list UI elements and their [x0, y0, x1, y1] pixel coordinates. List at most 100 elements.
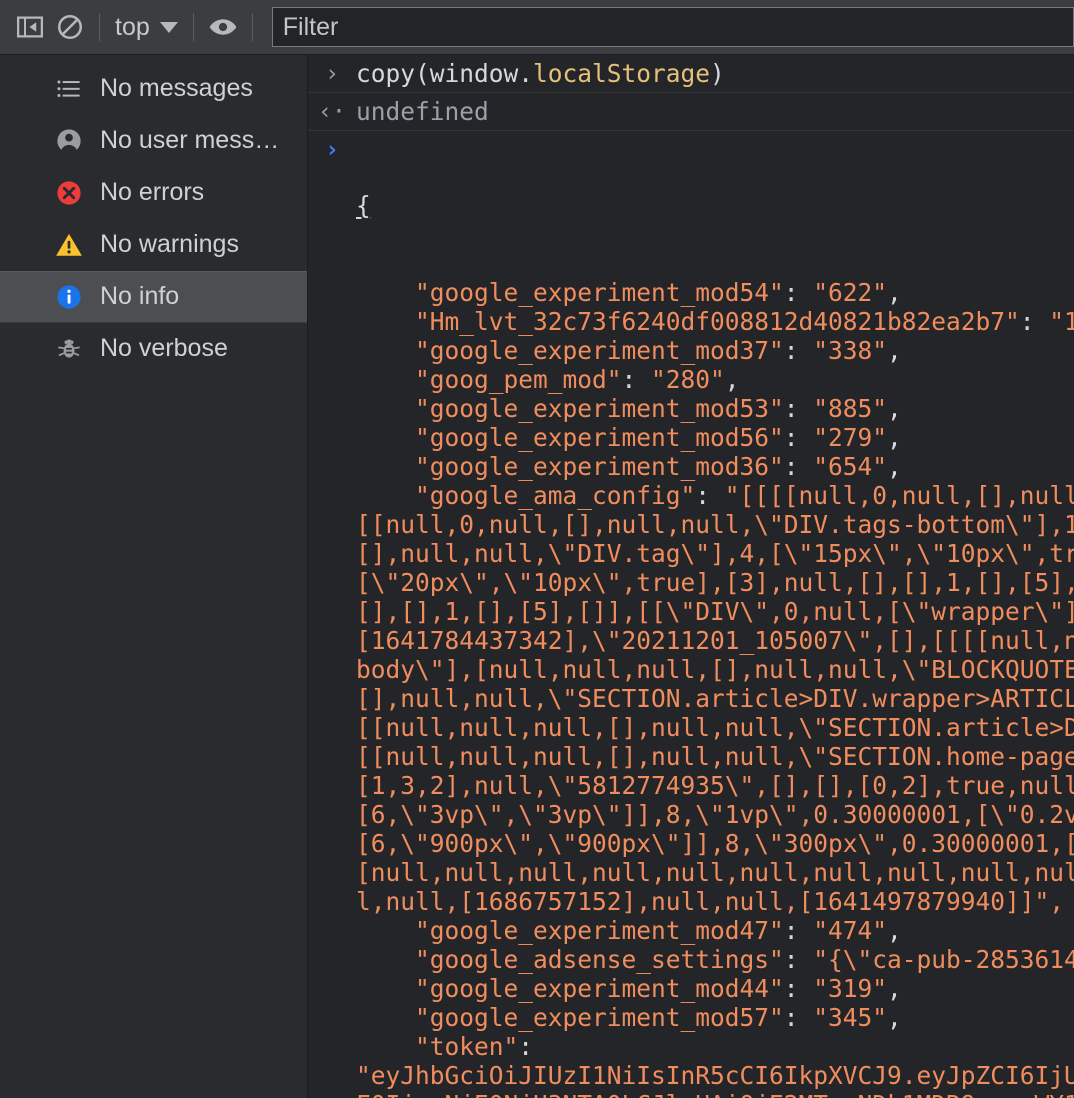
- entry-comma: ,: [887, 423, 902, 452]
- entry-value: "1: [1049, 307, 1074, 336]
- entry-key: "Hm_lvt_32c73f6240df008812d40821b82ea2b7…: [356, 307, 1020, 336]
- object-entry-line: "google_experiment_mod53": "885",: [356, 394, 1074, 423]
- entry-raw: l,null,[1686757152],null,null,[164149787…: [356, 887, 1065, 916]
- entry-value: "654": [813, 452, 888, 481]
- entry-key: "goog_pem_mod": [356, 365, 622, 394]
- sidebar-item-errors[interactable]: No errors: [0, 167, 307, 219]
- object-entry-line: body\"],[null,null,null,[],null,null,\"B…: [356, 655, 1074, 684]
- object-entry-line: [],[],1,[],[5],[]],[[\"DIV\",0,null,[\"w…: [356, 597, 1074, 626]
- object-entry-line: [\"20px\",\"10px\",true],[3],null,[],[],…: [356, 568, 1074, 597]
- entry-raw: "eyJhbGciOiJIUzI1NiIsInR5cCI6IkpXVCJ9.ey…: [356, 1061, 1074, 1090]
- object-entry-line: "google_experiment_mod47": "474",: [356, 916, 1074, 945]
- object-entry-line: "google_experiment_mod36": "654",: [356, 452, 1074, 481]
- object-entry-line: "google_ama_config": "[[[[null,0,null,[]…: [356, 481, 1074, 510]
- object-entry-line: "google_experiment_mod56": "279",: [356, 423, 1074, 452]
- object-entry-line: "google_experiment_mod37": "338",: [356, 336, 1074, 365]
- sidebar-item-label: No info: [100, 283, 180, 311]
- console-result-row: ‹· undefined: [308, 93, 1074, 131]
- object-entry-line: "eyJhbGciOiJIUzI1NiIsInR5cCI6IkpXVCJ9.ey…: [356, 1061, 1074, 1090]
- devtools-console-panel: top Filter No messages No user mess… No …: [0, 0, 1074, 1098]
- sidebar-item-messages[interactable]: No messages: [0, 63, 307, 115]
- entry-key: "google_experiment_mod57": [356, 1003, 784, 1032]
- execution-context-select[interactable]: top: [109, 7, 184, 47]
- entry-value: "319": [813, 974, 888, 1003]
- console-toolbar: top: [0, 0, 1074, 55]
- entry-comma: ,: [887, 394, 902, 423]
- object-entry-line: [null,null,null,null,null,null,null,null…: [356, 858, 1074, 887]
- console-body: No messages No user mess… No errors No w…: [0, 55, 1074, 1098]
- entry-key: "google_experiment_mod37": [356, 336, 784, 365]
- object-entry-line: l,null,[1686757152],null,null,[164149787…: [356, 887, 1074, 916]
- command-part-2: localStorage: [533, 59, 711, 88]
- sidebar-item-label: No errors: [100, 179, 205, 207]
- entry-key: "google_experiment_mod44": [356, 974, 784, 1003]
- sidebar-item-label: No verbose: [100, 335, 228, 363]
- entry-key: "google_experiment_mod56": [356, 423, 784, 452]
- entry-colon: :: [1019, 307, 1050, 336]
- sidebar-item-user-messages[interactable]: No user mess…: [0, 115, 307, 167]
- object-entry-line: "Hm_lvt_32c73f6240df008812d40821b82ea2b7…: [356, 307, 1074, 336]
- entry-raw: [],[],1,[],[5],[]],[[\"DIV\",0,null,[\"w…: [356, 597, 1074, 626]
- entry-comma: ,: [724, 365, 740, 394]
- sidebar-item-info[interactable]: No info: [0, 271, 307, 323]
- entry-key: "google_ama_config": [356, 481, 696, 510]
- console-command-text: copy(window.localStorage): [356, 57, 1074, 88]
- entry-comma: ,: [887, 278, 902, 307]
- entry-comma: ,: [887, 336, 902, 365]
- entry-colon: :: [783, 394, 814, 423]
- object-dump: { "google_experiment_mod54": "622", "Hm_…: [356, 133, 1074, 1098]
- entry-raw: [[null,0,null,[],null,null,\"DIV.tags-bo…: [356, 510, 1074, 539]
- toolbar-divider-3: [251, 13, 253, 41]
- entry-value: "885": [813, 394, 888, 423]
- entry-colon: :: [518, 1032, 534, 1061]
- info-circle-icon: [52, 280, 86, 314]
- entry-colon: :: [783, 974, 814, 1003]
- user-profile-icon: [52, 124, 86, 158]
- object-entry-line: "google_experiment_mod54": "622",: [356, 278, 1074, 307]
- console-result-value: undefined: [356, 97, 489, 126]
- entry-colon: :: [783, 336, 814, 365]
- object-entry-line: [6,\"3vp\",\"3vp\"]],8,\"1vp\",0.3000000…: [356, 800, 1074, 829]
- entry-comma: ,: [887, 452, 902, 481]
- no-entry-clear-icon[interactable]: [50, 7, 90, 47]
- sidebar-item-label: No user mess…: [100, 127, 280, 155]
- object-entry-line: "goog_pem_mod": "280",: [356, 365, 1074, 394]
- entry-key: "token": [356, 1032, 519, 1061]
- entry-key: "google_experiment_mod54": [356, 278, 784, 307]
- entry-value: "279": [813, 423, 888, 452]
- command-part-3: ): [710, 59, 725, 88]
- object-expand-toggle[interactable]: ›: [308, 133, 356, 162]
- entry-value: "622": [813, 278, 888, 307]
- entry-colon: :: [783, 278, 814, 307]
- sidebar-item-label: No messages: [100, 75, 253, 103]
- entry-colon: :: [783, 452, 814, 481]
- entry-colon: :: [783, 916, 814, 945]
- sidebar-item-verbose[interactable]: No verbose: [0, 323, 307, 375]
- entry-colon: :: [621, 365, 652, 394]
- console-sidebar: No messages No user mess… No errors No w…: [0, 55, 308, 1098]
- entry-raw: [],null,null,\"SECTION.article>DIV.wrapp…: [356, 684, 1074, 713]
- entry-raw: [[null,null,null,[],null,null,\"SECTION.…: [356, 713, 1074, 742]
- entry-value: "338": [813, 336, 888, 365]
- entry-colon: :: [695, 481, 725, 510]
- entry-key: "google_experiment_mod36": [356, 452, 784, 481]
- entry-raw: body\"],[null,null,null,[],null,null,\"B…: [356, 655, 1074, 684]
- entry-raw: F0IjoxNjE0NjU3NTA0LCJleHAiOjE2MTcyNDk1MD…: [356, 1090, 1074, 1098]
- object-entry-line: "google_adsense_settings": "{\"ca-pub-28…: [356, 945, 1074, 974]
- console-output-area[interactable]: › copy(window.localStorage) ‹· undefined…: [308, 55, 1074, 1098]
- object-entry-line: "google_experiment_mod44": "319",: [356, 974, 1074, 1003]
- filter-input-wrapper: [271, 7, 1074, 47]
- chevron-down-icon: [159, 21, 178, 33]
- eye-live-expression-icon[interactable]: [203, 7, 243, 47]
- entry-key: "google_experiment_mod53": [356, 394, 784, 423]
- sidebar-item-warnings[interactable]: No warnings: [0, 219, 307, 271]
- filter-input[interactable]: [271, 7, 1074, 47]
- object-entry-line: F0IjoxNjE0NjU3NTA0LCJleHAiOjE2MTcyNDk1MD…: [356, 1090, 1074, 1098]
- console-object-row: › { "google_experiment_mod54": "622", "H…: [308, 131, 1074, 1098]
- sidebar-panel-icon[interactable]: [10, 7, 50, 47]
- error-circle-x-icon: [52, 176, 86, 210]
- list-messages-icon: [52, 72, 86, 106]
- bug-verbose-icon: [52, 332, 86, 366]
- object-entry-line: [],null,null,\"DIV.tag\"],4,[\"15px\",\"…: [356, 539, 1074, 568]
- entry-raw: [1,3,2],null,\"5812774935\",[],[],[0,2],…: [356, 771, 1074, 800]
